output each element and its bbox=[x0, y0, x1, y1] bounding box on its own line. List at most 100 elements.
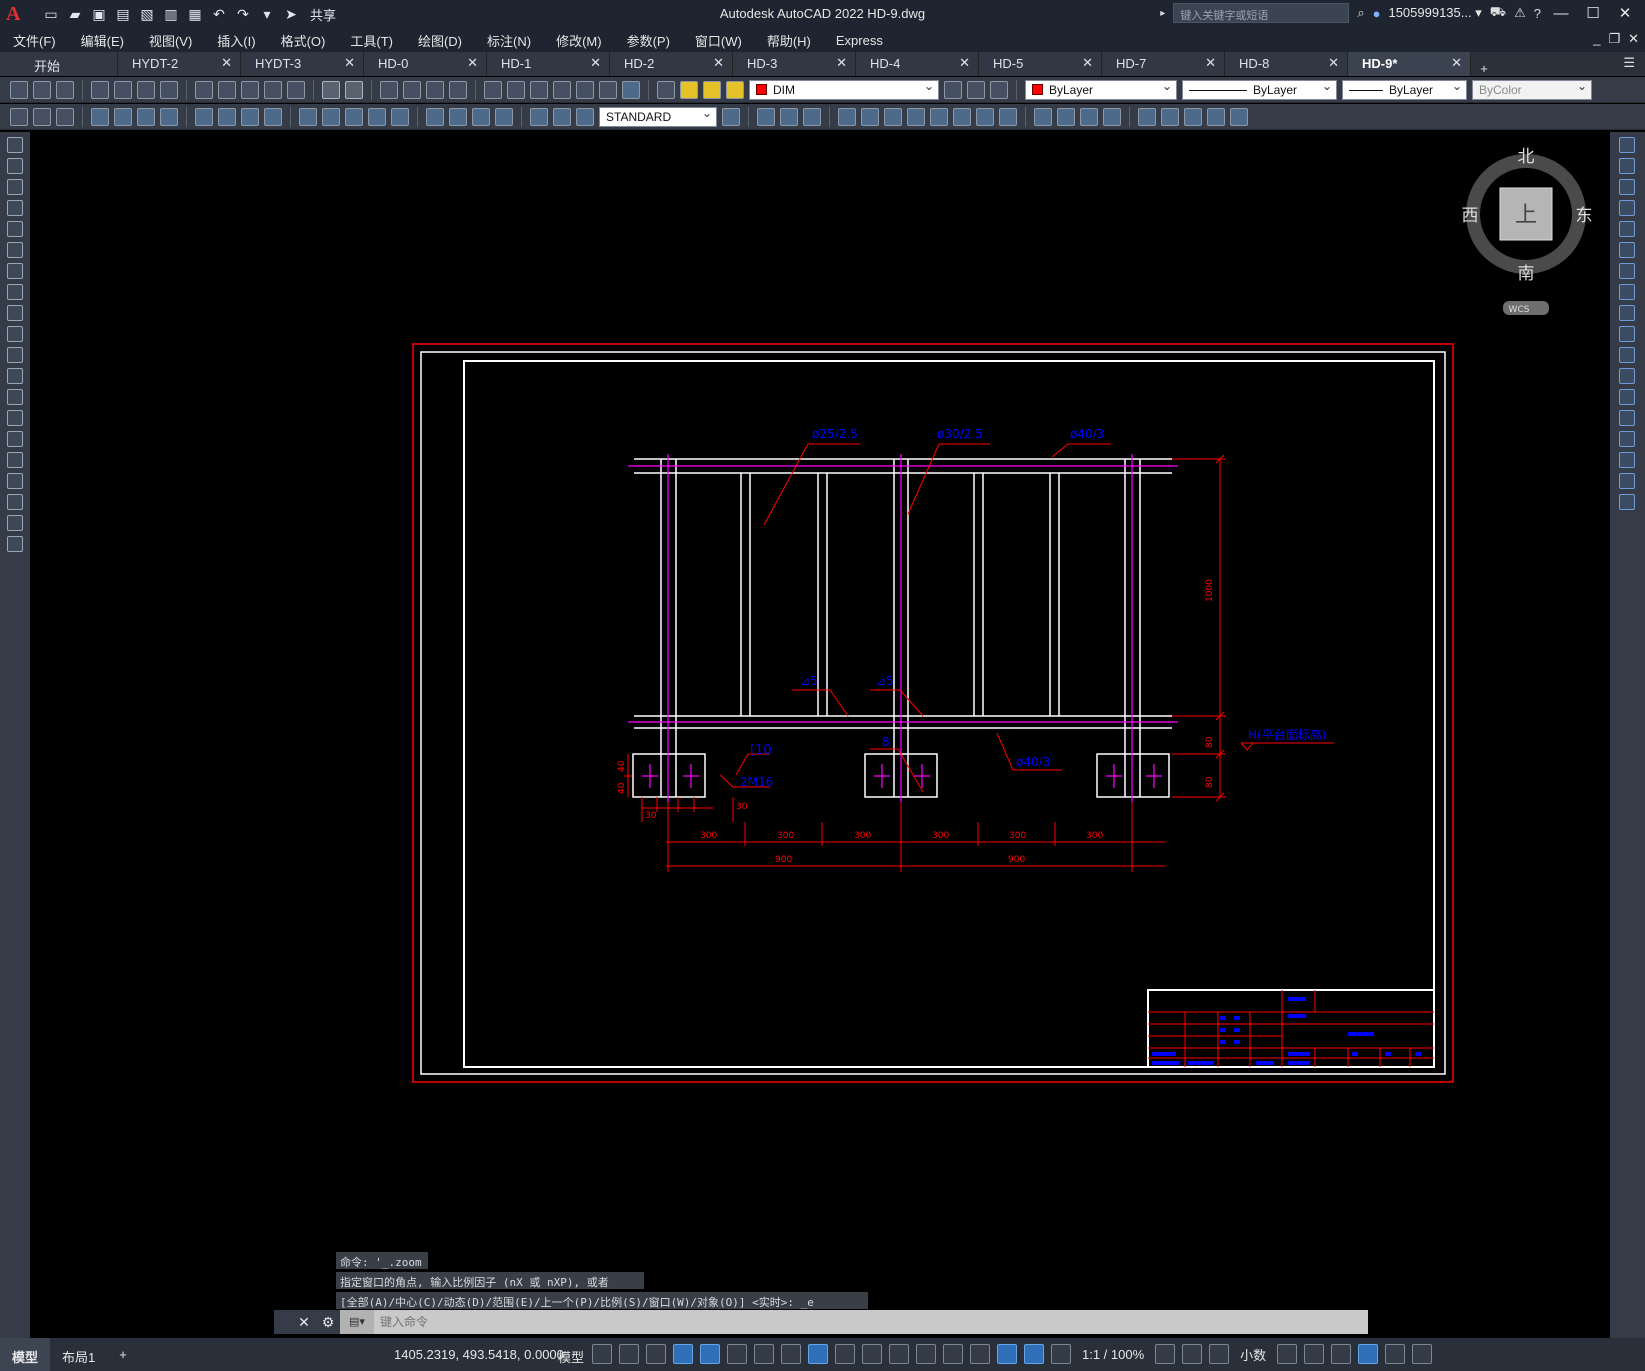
point-icon[interactable] bbox=[7, 410, 23, 426]
arc-length-icon[interactable] bbox=[137, 107, 155, 126]
units-icon[interactable] bbox=[1209, 1344, 1230, 1364]
plotstyle-dropdown[interactable]: ByColor bbox=[1472, 79, 1592, 100]
lineweight-dropdown[interactable]: ByLayer bbox=[1342, 79, 1467, 100]
viewcube[interactable]: 上 北 南 东 西 WCS bbox=[1462, 147, 1593, 315]
menu-parametric[interactable]: 参数(P) bbox=[614, 31, 682, 50]
tab-hd-3[interactable]: HD-3 ✕ bbox=[733, 52, 856, 76]
search-input[interactable]: 键入关键字或短语 bbox=[1173, 3, 1350, 23]
dimension-style-dropdown[interactable]: STANDARD bbox=[599, 106, 717, 127]
tab-list-icon[interactable]: ☰ bbox=[1623, 55, 1635, 71]
save-file-icon[interactable] bbox=[56, 80, 74, 99]
autodesk-app-icon[interactable]: ⚠ bbox=[1514, 5, 1526, 21]
ordinate-dimension-icon[interactable] bbox=[160, 107, 178, 126]
doc-minimize-icon[interactable]: _ bbox=[1593, 31, 1600, 47]
zoom-realtime-icon[interactable] bbox=[403, 80, 421, 99]
tab-hd-9[interactable]: HD-9* ✕ bbox=[1348, 52, 1471, 76]
explode-icon[interactable] bbox=[1619, 494, 1635, 510]
maximize-icon[interactable]: ☐ bbox=[1581, 4, 1605, 22]
selection-cycling-icon[interactable] bbox=[889, 1344, 909, 1364]
add-selected-icon[interactable] bbox=[7, 536, 23, 552]
linear-dimension-icon[interactable] bbox=[91, 107, 109, 126]
blend-curves-icon[interactable] bbox=[1619, 473, 1635, 489]
ellipse-arc-icon[interactable] bbox=[7, 347, 23, 363]
tab-hd-5[interactable]: HD-5 ✕ bbox=[979, 52, 1102, 76]
recent-commands-icon[interactable]: ▤▾ bbox=[340, 1310, 374, 1334]
design-center-icon[interactable] bbox=[507, 80, 525, 99]
join-icon[interactable] bbox=[1619, 410, 1635, 426]
tab-hd-8[interactable]: HD-8 ✕ bbox=[1225, 52, 1348, 76]
press-pull-icon[interactable] bbox=[930, 107, 948, 126]
angular-dimension-icon[interactable] bbox=[264, 107, 282, 126]
tab-close-icon[interactable]: ✕ bbox=[959, 55, 970, 71]
tab-close-icon[interactable]: ✕ bbox=[1205, 55, 1216, 71]
diameter-dimension-icon[interactable] bbox=[241, 107, 259, 126]
publish-sheet-icon[interactable] bbox=[137, 80, 155, 99]
rectangle-icon[interactable] bbox=[7, 221, 23, 237]
tab-hd-7[interactable]: HD-7 ✕ bbox=[1102, 52, 1225, 76]
viewcube-face-label[interactable]: 上 bbox=[1515, 203, 1537, 228]
dynamic-input-icon[interactable] bbox=[673, 1344, 693, 1364]
dimension-space-icon[interactable] bbox=[368, 107, 386, 126]
customize-qat-icon[interactable]: ▾ bbox=[258, 5, 276, 23]
layer-previous-icon[interactable] bbox=[967, 80, 985, 99]
radius-dimension-icon[interactable] bbox=[195, 107, 213, 126]
tab-close-icon[interactable]: ✕ bbox=[713, 55, 724, 71]
compass-east[interactable]: 东 bbox=[1576, 206, 1593, 226]
redo-icon[interactable]: ↷ bbox=[234, 5, 252, 23]
qnew-icon[interactable] bbox=[10, 80, 28, 99]
undo-icon[interactable]: ↶ bbox=[210, 5, 228, 23]
layer-states-icon[interactable] bbox=[990, 80, 1008, 99]
tab-close-icon[interactable]: ✕ bbox=[1328, 55, 1339, 71]
match-properties-icon[interactable] bbox=[264, 80, 282, 99]
sweep-icon[interactable] bbox=[884, 107, 902, 126]
revision-cloud-icon[interactable] bbox=[7, 284, 23, 300]
3d-osnap-icon[interactable] bbox=[916, 1344, 936, 1364]
jogged-dimension-icon[interactable] bbox=[218, 107, 236, 126]
tab-close-icon[interactable]: ✕ bbox=[467, 55, 478, 71]
publish-icon[interactable]: ▥ bbox=[162, 5, 180, 23]
chamfer-edge-icon[interactable] bbox=[1080, 107, 1098, 126]
tab-close-icon[interactable]: ✕ bbox=[836, 55, 847, 71]
interfere-icon[interactable] bbox=[976, 107, 994, 126]
imprint-icon[interactable] bbox=[1103, 107, 1121, 126]
make-current-layer-icon[interactable] bbox=[944, 80, 962, 99]
rotate-icon[interactable] bbox=[1619, 263, 1635, 279]
isometric-icon[interactable] bbox=[754, 1344, 774, 1364]
object-snap-icon[interactable] bbox=[808, 1344, 828, 1364]
ucs-world-icon[interactable] bbox=[1161, 107, 1179, 126]
tool-palettes-icon[interactable] bbox=[530, 80, 548, 99]
menu-view[interactable]: 视图(V) bbox=[136, 31, 204, 50]
tab-hd-1[interactable]: HD-1 ✕ bbox=[487, 52, 610, 76]
dimension-style-icon[interactable] bbox=[722, 107, 740, 126]
zoom-window-icon[interactable] bbox=[426, 80, 444, 99]
workspace-icon[interactable] bbox=[1155, 1344, 1176, 1364]
search-icon[interactable]: ⌕ bbox=[1357, 5, 1364, 21]
lineweight-icon[interactable] bbox=[835, 1344, 855, 1364]
layer-thaw-icon[interactable] bbox=[703, 80, 721, 99]
table-icon[interactable] bbox=[7, 494, 23, 510]
new-tab-button[interactable]: + bbox=[1471, 58, 1497, 76]
array-icon[interactable] bbox=[1619, 221, 1635, 237]
box-icon[interactable] bbox=[757, 107, 775, 126]
help-tool-icon[interactable] bbox=[622, 80, 640, 99]
inspection-icon[interactable] bbox=[472, 107, 490, 126]
doc-restore-icon[interactable]: ❐ bbox=[1608, 31, 1620, 47]
jogged-linear-icon[interactable] bbox=[495, 107, 513, 126]
shell-icon[interactable] bbox=[1034, 107, 1052, 126]
user-icon[interactable]: ● bbox=[1373, 6, 1381, 21]
ucs-previous-icon[interactable] bbox=[1184, 107, 1202, 126]
zoom-previous-icon[interactable] bbox=[449, 80, 467, 99]
polygon-icon[interactable] bbox=[7, 200, 23, 216]
menu-file[interactable]: 文件(F) bbox=[0, 31, 68, 50]
baseline-dimension-icon[interactable] bbox=[322, 107, 340, 126]
quick-properties-icon[interactable] bbox=[1277, 1344, 1298, 1364]
union-icon[interactable] bbox=[780, 107, 798, 126]
mirror-icon[interactable] bbox=[1619, 179, 1635, 195]
tab-hydt-3[interactable]: HYDT-3 ✕ bbox=[241, 52, 364, 76]
scale-icon[interactable] bbox=[1619, 284, 1635, 300]
save-as-icon[interactable]: ▤ bbox=[114, 5, 132, 23]
layer-on-icon[interactable] bbox=[680, 80, 698, 99]
loft-icon[interactable] bbox=[907, 107, 925, 126]
layer-dropdown[interactable]: DIM bbox=[749, 79, 939, 100]
compass-south[interactable]: 南 bbox=[1518, 264, 1535, 284]
